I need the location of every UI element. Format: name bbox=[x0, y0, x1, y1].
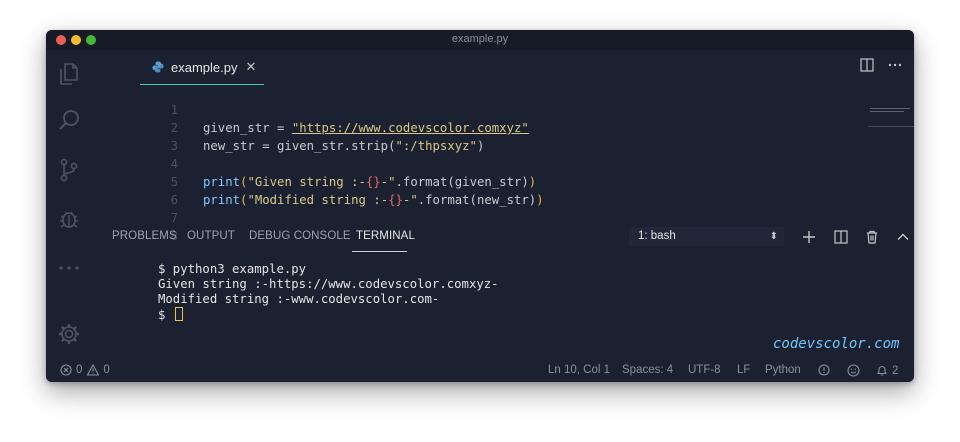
select-arrow-icon: ⬍ bbox=[769, 231, 778, 242]
chevron-up-icon[interactable] bbox=[896, 230, 910, 244]
cursor-position[interactable]: Ln 10, Col 1 bbox=[548, 364, 610, 376]
function-name: print bbox=[203, 175, 241, 189]
tab-terminal[interactable]: TERMINAL bbox=[356, 230, 415, 242]
string-literal: "Given string :- bbox=[247, 175, 366, 189]
encoding-status[interactable]: UTF-8 bbox=[688, 364, 721, 376]
tab-label: example.py bbox=[171, 59, 238, 75]
terminal-prompt: $ bbox=[158, 308, 173, 322]
code-line: 4 print("Given string :-{}-".format(give… bbox=[92, 137, 537, 189]
terminal-select-value: 1: bash bbox=[638, 230, 676, 242]
python-file-icon bbox=[152, 61, 164, 73]
code-token: new_str = given_str.strip( bbox=[203, 139, 396, 153]
more-actions-icon[interactable] bbox=[888, 63, 902, 67]
format-placeholder: {} bbox=[365, 175, 381, 189]
warning-count: 0 bbox=[103, 364, 110, 376]
editor-tab-bar: example.py ✕ bbox=[92, 50, 914, 85]
code-token: .format(new_str) bbox=[417, 193, 537, 207]
tab-close-icon[interactable]: ✕ bbox=[245, 59, 256, 75]
code-token: ) bbox=[476, 139, 485, 153]
terminal-output[interactable]: $ python3 example.py Given string :-http… bbox=[158, 262, 499, 322]
string-literal: -" bbox=[402, 193, 418, 207]
error-count: 0 bbox=[76, 364, 83, 376]
warning-icon bbox=[87, 364, 100, 376]
code-token: = bbox=[269, 121, 292, 135]
activity-bar bbox=[46, 50, 92, 360]
code-token: ) bbox=[528, 175, 537, 189]
notifications-status[interactable]: 2 bbox=[876, 364, 898, 377]
minimap-slider[interactable] bbox=[868, 126, 914, 127]
more-icon[interactable] bbox=[56, 255, 82, 281]
terminal-prompt-line: $ bbox=[158, 307, 499, 322]
feedback-icon[interactable] bbox=[818, 364, 830, 376]
eol-status[interactable]: LF bbox=[737, 364, 750, 376]
terminal-cursor bbox=[174, 307, 183, 321]
files-icon[interactable] bbox=[56, 61, 82, 87]
code-line: 3 bbox=[92, 119, 178, 153]
problems-status[interactable]: 0 0 bbox=[60, 364, 110, 376]
tab-problems[interactable]: PROBLEMS bbox=[112, 230, 177, 242]
notification-count: 2 bbox=[892, 364, 899, 377]
code-line: 1 given_str = "https://www.codevscolor.c… bbox=[92, 83, 529, 135]
line-number: 3 bbox=[170, 139, 178, 153]
bell-icon bbox=[876, 366, 888, 376]
code-line: 6 bbox=[92, 173, 178, 207]
language-status[interactable]: Python bbox=[765, 364, 801, 376]
indentation-status[interactable]: Spaces: 4 bbox=[622, 364, 673, 376]
code-line: 2 new_str = given_str.strip(":/thpsxyz") bbox=[92, 101, 485, 153]
string-literal: ":/thpsxyz" bbox=[395, 139, 477, 153]
terminal-select[interactable]: 1: bash ⬍ bbox=[629, 227, 784, 246]
code-line: 5 print("Modified string :-{}-".format(n… bbox=[92, 155, 544, 207]
watermark: codevscolor.com bbox=[773, 336, 900, 352]
settings-icon[interactable] bbox=[56, 321, 82, 347]
string-literal: -" bbox=[380, 175, 396, 189]
minimap[interactable] bbox=[870, 108, 914, 120]
window-title: example.py bbox=[451, 33, 509, 45]
terminal-line: Given string :-https://www.codevscolor.c… bbox=[158, 277, 499, 291]
tab-debug-console[interactable]: DEBUG CONSOLE bbox=[249, 230, 351, 242]
search-icon[interactable] bbox=[56, 107, 82, 133]
active-tab-indicator bbox=[352, 251, 407, 252]
status-bar: 0 0 Ln 10, Col 1 Spaces: 4 UTF-8 LF Pyth… bbox=[46, 360, 914, 382]
debug-icon[interactable] bbox=[56, 206, 82, 232]
line-number: 2 bbox=[170, 121, 178, 135]
tab-output[interactable]: OUTPUT bbox=[187, 230, 235, 242]
code-line: 7 bbox=[92, 191, 178, 225]
split-terminal-icon[interactable] bbox=[834, 230, 848, 244]
trash-icon[interactable] bbox=[865, 230, 879, 244]
string-literal: "https://www.codevscolor.comxyz" bbox=[291, 121, 529, 135]
line-number: 1 bbox=[170, 103, 178, 117]
terminal-line: Modified string :-www.codevscolor.com- bbox=[158, 292, 440, 306]
code-token: ) bbox=[536, 193, 544, 207]
vscode-window: example.py example.py ✕ 1 given_str = "h… bbox=[46, 30, 914, 382]
split-editor-icon[interactable] bbox=[860, 58, 874, 72]
plus-icon[interactable] bbox=[802, 230, 816, 244]
code-token: given_str bbox=[203, 121, 270, 135]
line-number: 4 bbox=[170, 157, 178, 171]
source-control-icon[interactable] bbox=[56, 157, 82, 183]
panel-tab-bar: PROBLEMS OUTPUT DEBUG CONSOLE TERMINAL 1… bbox=[92, 220, 914, 254]
string-literal: "Modified string :- bbox=[247, 193, 389, 207]
function-name: print bbox=[203, 193, 241, 207]
format-placeholder: {} bbox=[388, 193, 403, 207]
title-bar: example.py bbox=[46, 30, 914, 50]
editor-area: example.py ✕ 1 given_str = "https://www.… bbox=[92, 50, 914, 243]
smiley-icon[interactable] bbox=[847, 364, 860, 377]
error-icon bbox=[60, 364, 72, 376]
terminal-line: $ python3 example.py bbox=[158, 262, 307, 276]
editor-tab-example-py[interactable]: example.py ✕ bbox=[140, 50, 264, 85]
code-token: .format(given_str) bbox=[395, 175, 529, 189]
line-number: 5 bbox=[170, 175, 178, 189]
line-number: 6 bbox=[170, 193, 178, 207]
